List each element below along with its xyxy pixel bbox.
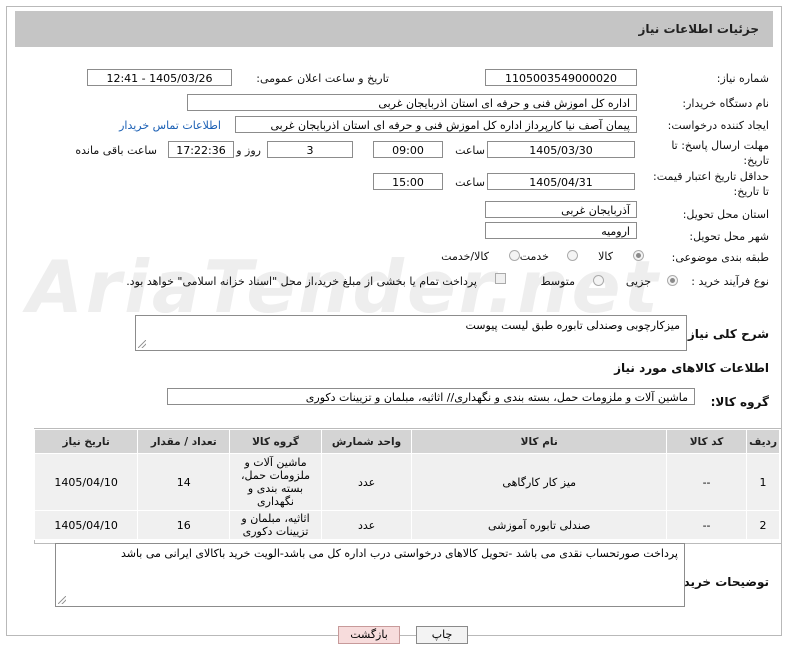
description-label: شرح کلی نیاز: — [683, 327, 769, 341]
category-option-goods: کالا — [598, 250, 613, 263]
validity-time-label: ساعت — [455, 176, 485, 189]
category-radio-service[interactable] — [567, 250, 578, 261]
col-header-qty: تعداد / مقدار — [137, 429, 231, 454]
days-field: 3 — [267, 141, 353, 158]
col-header-name: نام کالا — [411, 429, 668, 454]
cell-unit: عدد — [320, 453, 413, 511]
cell-qty: 14 — [137, 453, 231, 511]
col-header-group: گروه کالا — [229, 429, 322, 454]
cell-unit: عدد — [320, 510, 413, 540]
remaining-label: ساعت باقی مانده — [75, 144, 157, 157]
days-label: روز و — [236, 144, 261, 157]
validity-date-field: 1405/04/31 — [487, 173, 635, 190]
creator-label: ایجاد کننده درخواست: — [667, 119, 769, 132]
panel-title: جزئیات اطلاعات نیاز — [638, 22, 759, 36]
cell-name: صندلی تابوره آموزشی — [411, 510, 668, 540]
announce-field: 1405/03/26 - 12:41 — [87, 69, 232, 86]
process-option-medium: متوسط — [540, 275, 575, 288]
announce-label: تاریخ و ساعت اعلان عمومی: — [256, 72, 389, 85]
print-button[interactable]: چاپ — [416, 626, 468, 644]
city-label: شهر محل تحویل: — [689, 230, 769, 243]
cell-qty: 16 — [137, 510, 231, 540]
cell-code: -- — [666, 453, 748, 511]
cell-group: اثاثیه، مبلمان و تزیینات دکوری — [229, 510, 322, 540]
cell-date: 1405/04/10 — [33, 453, 139, 511]
creator-field: پیمان آصف نیا کارپرداز اداره کل اموزش فن… — [235, 116, 637, 133]
cell-name: میز کار کارگاهی — [411, 453, 668, 511]
remaining-time-field: 17:22:36 — [168, 141, 234, 158]
process-option-partial: جزیی — [625, 275, 651, 288]
validity-label: حداقل تاریخ اعتبار قیمت: — [653, 170, 769, 183]
category-radio-goods[interactable] — [633, 250, 644, 261]
category-option-service: خدمت — [519, 250, 549, 263]
table-row: 2 -- صندلی تابوره آموزشی عدد اثاثیه، مبل… — [33, 510, 780, 540]
resize-grip-icon[interactable] — [58, 596, 66, 604]
description-textarea[interactable]: میزکارچوبی وصندلی تابوره طبق لیست پیوست — [135, 315, 687, 351]
buyer-org-field: اداره کل اموزش فنی و حرفه ای استان اذربا… — [187, 94, 637, 111]
cell-date: 1405/04/10 — [33, 510, 139, 540]
cell-row: 1 — [746, 453, 780, 511]
deadline-date-field: 1405/03/30 — [487, 141, 635, 158]
buyer-org-label: نام دستگاه خریدار: — [682, 97, 769, 110]
table-row: 1 -- میز کار کارگاهی عدد ماشین آلات و مل… — [33, 453, 780, 511]
col-header-row: ردیف — [746, 429, 780, 454]
goods-section-title: اطلاعات کالاهای مورد نیاز — [614, 361, 769, 375]
validity-label-2: تا تاریخ: — [733, 185, 769, 198]
process-label: نوع فرآیند خرید : — [691, 275, 769, 288]
need-number-field: 1105003549000020 — [485, 69, 637, 86]
main-panel: جزئیات اطلاعات نیاز AriaTender.net شماره… — [6, 6, 782, 636]
deadline-time-label: ساعت — [455, 144, 485, 157]
treasury-payment-note: پرداخت تمام یا بخشی از مبلغ خرید،از محل … — [126, 275, 477, 288]
description-text: میزکارچوبی وصندلی تابوره طبق لیست پیوست — [465, 319, 681, 332]
resize-grip-icon[interactable] — [138, 340, 146, 348]
process-radio-medium[interactable] — [593, 275, 604, 286]
deadline-label-2: تاریخ: — [743, 154, 769, 167]
cell-code: -- — [666, 510, 748, 540]
deadline-label: مهلت ارسال پاسخ: تا — [671, 139, 769, 152]
validity-time-field: 15:00 — [373, 173, 443, 190]
province-field: آذربایجان غربی — [485, 201, 637, 218]
need-number-label: شماره نیاز: — [716, 72, 769, 85]
cell-group: ماشین آلات و ملزومات حمل، بسته بندی و نگ… — [229, 453, 322, 511]
goods-group-label: گروه کالا: — [710, 395, 769, 409]
category-option-goods-service: کالا/خدمت — [441, 250, 489, 263]
city-field: ارومیه — [485, 222, 637, 239]
panel-header: جزئیات اطلاعات نیاز — [15, 11, 773, 47]
col-header-date: تاریخ نیاز — [33, 429, 139, 454]
treasury-payment-checkbox[interactable] — [495, 273, 506, 284]
buyer-notes-textarea[interactable]: پرداخت صورتحساب نقدی می باشد -تحویل کالا… — [55, 543, 685, 607]
process-radio-partial[interactable] — [667, 275, 678, 286]
contact-buyer-link[interactable]: اطلاعات تماس خریدار — [119, 119, 221, 132]
deadline-time-field: 09:00 — [373, 141, 443, 158]
category-label: طبقه بندی موضوعی: — [671, 251, 769, 264]
cell-row: 2 — [746, 510, 780, 540]
buyer-notes-text: پرداخت صورتحساب نقدی می باشد -تحویل کالا… — [120, 547, 678, 560]
col-header-unit: واحد شمارش — [320, 429, 413, 454]
category-radio-goods-service[interactable] — [509, 250, 520, 261]
items-table: ردیف کد کالا نام کالا واحد شمارش گروه کا… — [33, 429, 780, 540]
goods-group-field: ماشین آلات و ملزومات حمل، بسته بندی و نگ… — [167, 388, 695, 405]
back-button[interactable]: بازگشت — [338, 626, 400, 644]
col-header-code: کد کالا — [666, 429, 748, 454]
province-label: استان محل تحویل: — [682, 208, 769, 221]
